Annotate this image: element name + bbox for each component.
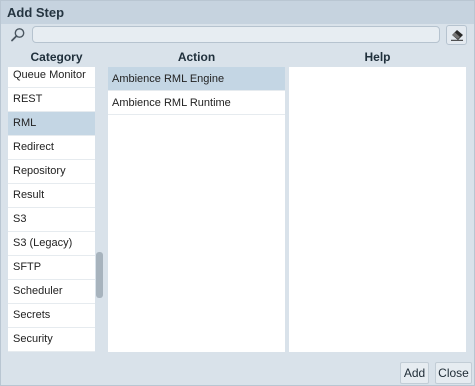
action-column-header: Action: [177, 50, 216, 64]
category-item[interactable]: RML: [8, 112, 95, 136]
category-item[interactable]: S3 (Legacy): [8, 232, 95, 256]
help-panel: [289, 67, 466, 352]
category-item[interactable]: Scheduler: [8, 280, 95, 304]
search-input[interactable]: [32, 26, 440, 43]
category-item[interactable]: Secrets: [8, 304, 95, 328]
add-step-dialog: Add Step Category Action Help Queue Moni…: [0, 0, 475, 386]
search-icon: [10, 27, 26, 43]
category-item[interactable]: Repository: [8, 160, 95, 184]
category-items: Queue Monitor REST RML Redirect Repository Re…: [8, 67, 95, 352]
category-item[interactable]: S3: [8, 208, 95, 232]
dialog-title: Add Step: [1, 1, 474, 24]
category-scrollbar-thumb[interactable]: [96, 252, 103, 298]
category-column-header: Category: [30, 50, 83, 64]
action-item[interactable]: Ambience RML Runtime: [108, 91, 285, 115]
category-list: Queue Monitor REST RML Redirect Repository Re…: [8, 67, 95, 352]
action-item[interactable]: Ambience RML Engine: [108, 67, 285, 91]
help-column-header: Help: [364, 50, 391, 64]
category-item[interactable]: Result: [8, 184, 95, 208]
category-item[interactable]: SFTP: [8, 256, 95, 280]
add-button[interactable]: Add: [400, 362, 429, 384]
category-item[interactable]: Queue Monitor: [8, 67, 95, 88]
category-item[interactable]: Redirect: [8, 136, 95, 160]
category-item[interactable]: Security: [8, 328, 95, 352]
clear-search-button[interactable]: [446, 25, 467, 45]
category-item[interactable]: REST: [8, 88, 95, 112]
search-row: [1, 25, 474, 47]
close-button[interactable]: Close: [435, 362, 472, 384]
action-items: Ambience RML Engine Ambience RML Runtime: [108, 67, 285, 115]
category-scrollbar[interactable]: [95, 67, 104, 352]
action-list: Ambience RML Engine Ambience RML Runtime: [108, 67, 285, 352]
